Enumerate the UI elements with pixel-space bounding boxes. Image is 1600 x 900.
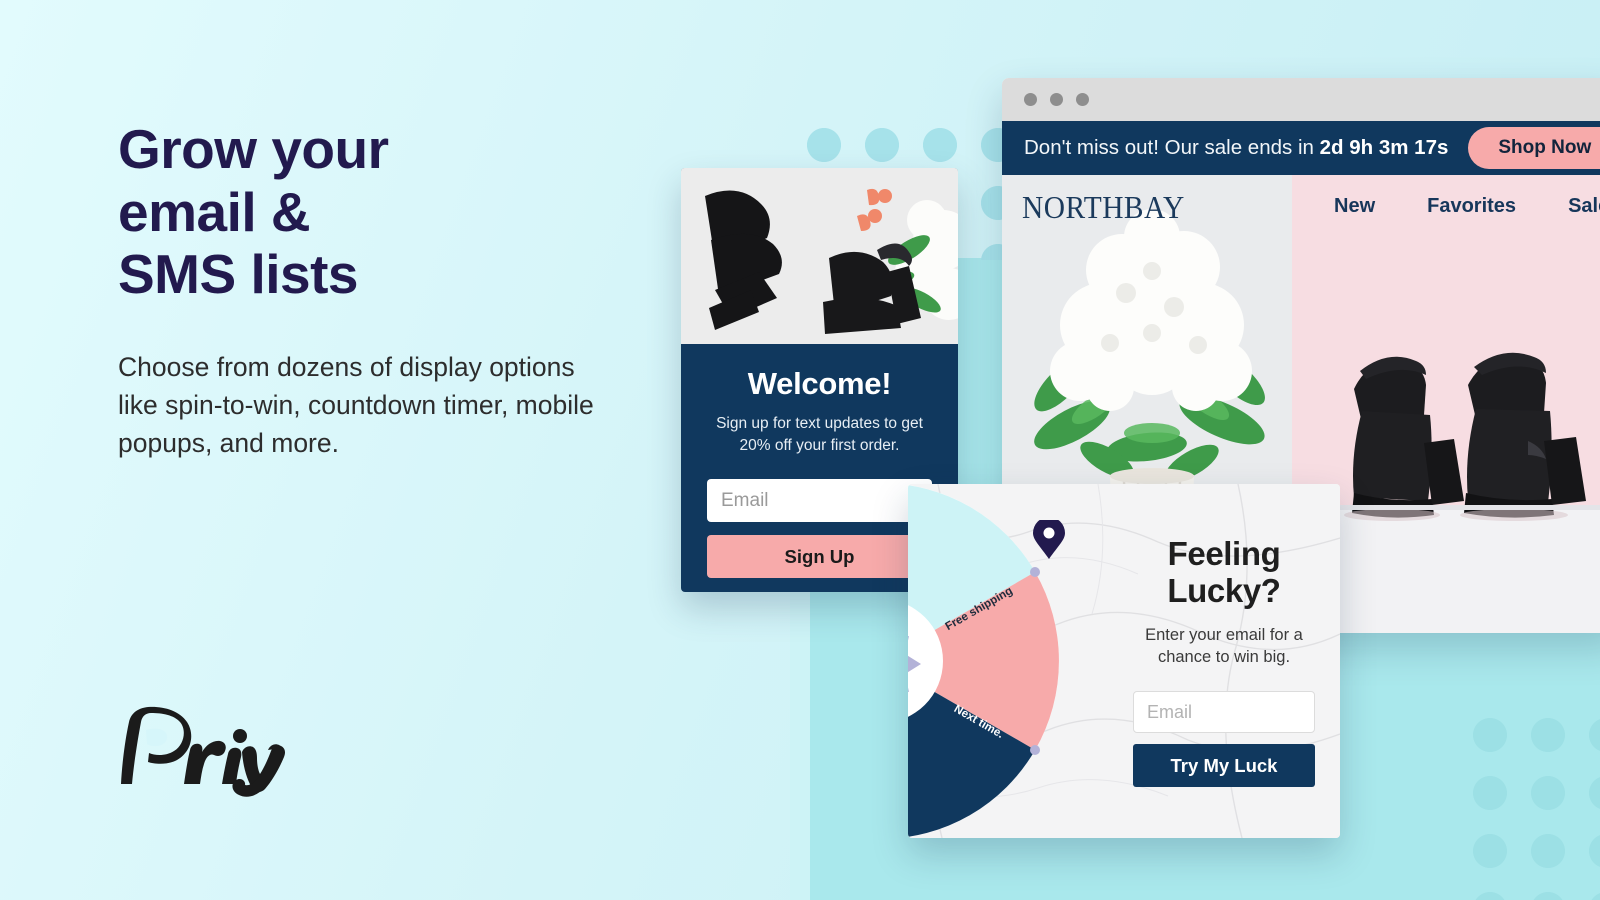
countdown-prefix: Don't miss out! Our sale ends in <box>1024 136 1320 159</box>
headline-line-3: SMS lists <box>118 243 359 306</box>
page-title: Grow your email & SMS lists <box>118 118 598 306</box>
spin-to-win-popup: 15% off! So close! Free shipping Next ti… <box>908 484 1340 838</box>
site-nav: New Favorites Sale <box>1292 175 1600 237</box>
hero-subcopy: Choose from dozens of display options li… <box>118 352 594 459</box>
site-logo: NORTHBAY <box>1022 189 1185 225</box>
welcome-popup-image <box>681 168 958 344</box>
headline-line-1: Grow your <box>118 118 389 180</box>
welcome-title: Welcome! <box>747 366 892 401</box>
spin-title-line-1: Feeling <box>1167 534 1281 572</box>
spin-title-line-2: Lucky? <box>1167 572 1281 610</box>
welcome-subtitle: Sign up for text updates to get 20% off … <box>716 415 923 454</box>
window-minimize-icon[interactable] <box>1050 93 1063 106</box>
countdown-timer: 2d 9h 3m 17s <box>1319 136 1449 159</box>
spin-subtitle: Enter your email for a chance to win big… <box>1145 625 1303 667</box>
nav-item-favorites[interactable]: Favorites <box>1427 195 1516 218</box>
shop-now-button[interactable]: Shop Now <box>1468 127 1600 169</box>
window-close-icon[interactable] <box>1024 93 1037 106</box>
window-maximize-icon[interactable] <box>1076 93 1089 106</box>
wheel-pointer-pin <box>1033 520 1065 559</box>
hero-copy: Grow your email & SMS lists Choose from … <box>118 118 598 463</box>
countdown-message: Don't miss out! Our sale ends in 2d 9h 3… <box>1024 136 1448 160</box>
sign-up-button[interactable]: Sign Up <box>707 535 932 578</box>
nav-item-new[interactable]: New <box>1334 195 1375 218</box>
headline-line-2: email & <box>118 180 311 243</box>
countdown-bar: Don't miss out! Our sale ends in 2d 9h 3… <box>1002 121 1600 175</box>
spin-email-input[interactable] <box>1133 691 1315 734</box>
privy-logo <box>118 700 308 800</box>
nav-item-sale[interactable]: Sale <box>1568 195 1600 218</box>
try-my-luck-button[interactable]: Try My Luck <box>1133 744 1315 788</box>
welcome-email-input[interactable] <box>707 479 932 522</box>
dot-pattern-bottom <box>1455 700 1600 900</box>
browser-titlebar <box>1002 78 1600 121</box>
spin-title: Feeling Lucky? <box>1167 534 1281 610</box>
spin-card-content: Feeling Lucky? Enter your email for a ch… <box>1108 484 1340 838</box>
